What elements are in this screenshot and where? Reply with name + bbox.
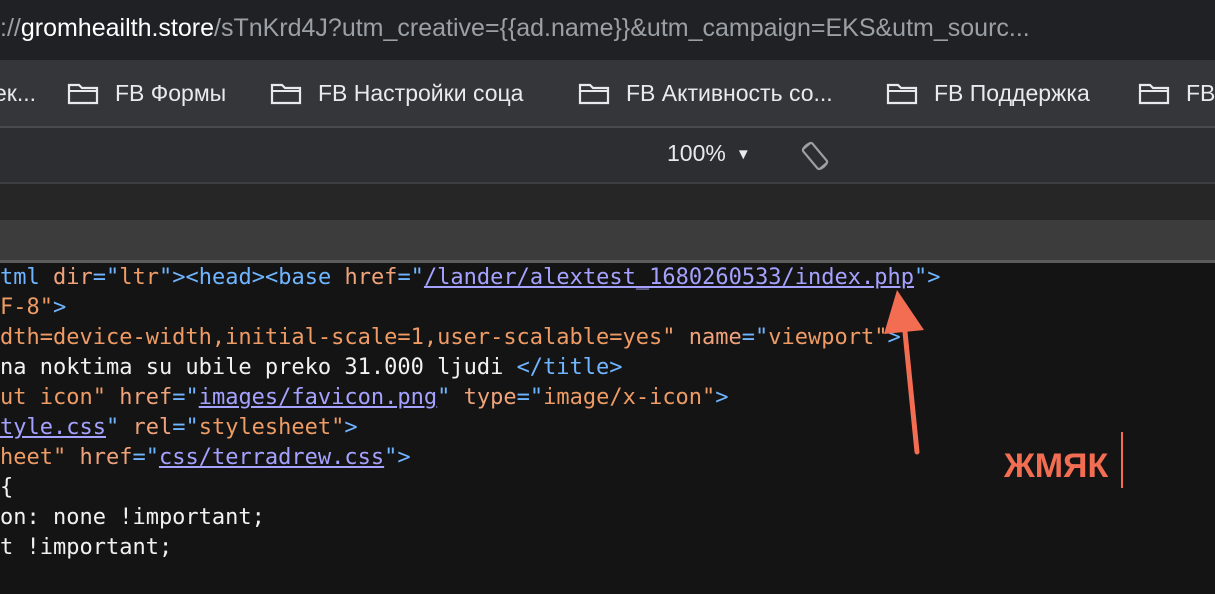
code-token: t !important; — [0, 535, 173, 560]
code-token: ">< — [158, 265, 199, 290]
code-token: viewport" — [768, 325, 888, 350]
bookmark-item[interactable]: ек... — [0, 76, 36, 110]
code-token: > — [887, 325, 901, 350]
code-token: =" — [172, 415, 199, 440]
code-token: href — [105, 385, 173, 410]
code-token: base — [278, 265, 332, 290]
url-host: gromheailth.store — [20, 14, 214, 42]
chevron-down-icon: ▼ — [735, 146, 751, 163]
bookmark-folder-fb[interactable]: FB — [1138, 76, 1215, 110]
annotation-text: ЖМЯК — [1004, 447, 1109, 485]
bookmark-folder-fb-settings[interactable]: FB Настройки соца — [270, 76, 523, 110]
zoom-dropdown[interactable]: 100% ▼ — [667, 140, 751, 167]
code-token: rel — [119, 415, 173, 440]
code-line: ut icon" href="images/favicon.png" type=… — [0, 383, 729, 413]
code-token: href — [66, 445, 133, 470]
bookmark-label: ек... — [0, 79, 37, 106]
bookmark-label: FB Поддержка — [934, 79, 1090, 106]
bookmark-label: FB — [1186, 79, 1215, 106]
folder-icon — [270, 83, 302, 105]
bookmark-folder-fb-support[interactable]: FB Поддержка — [886, 76, 1090, 110]
address-url[interactable]: ://gromheailth.store/sTnKrd4J?utm_creati… — [0, 10, 1030, 46]
code-token: " — [105, 415, 120, 440]
folder-icon — [1138, 83, 1170, 105]
bookmark-folder-fb-forms[interactable]: FB Формы — [67, 76, 226, 110]
zoom-value: 100% — [667, 140, 726, 166]
devtools-toolbar: 100% ▼ — [0, 128, 1215, 184]
source-link[interactable]: images/favicon.png — [199, 385, 437, 410]
code-token: tml — [0, 265, 40, 290]
bookmark-label: FB Настройки соца — [318, 79, 524, 106]
folder-icon — [886, 83, 918, 105]
folder-icon — [578, 83, 610, 105]
rotate-icon[interactable] — [798, 139, 832, 173]
code-line: heet" href="css/terradrew.css"> — [0, 443, 411, 473]
url-scheme: :// — [0, 14, 21, 42]
code-token: heet" — [0, 445, 67, 470]
code-token: "> — [384, 445, 411, 470]
code-token: ut icon" — [0, 385, 106, 410]
code-line: F-8"> — [0, 293, 66, 323]
code-token: =" — [92, 265, 120, 290]
code-token: image/x-icon" — [543, 385, 716, 410]
bookmarks-bar: ек... FB Формы FB Настройки соца FB Акти… — [0, 60, 1215, 128]
code-token: stylesheet" — [198, 415, 345, 440]
source-link[interactable]: tyle.css — [0, 415, 106, 440]
code-token: > — [344, 415, 358, 440]
source-link[interactable]: /lander/alextest_1680260533/index.php — [424, 265, 914, 290]
code-token: on: none !important; — [0, 505, 265, 530]
code-line: na noktima su ubile preko 31.000 ljudi <… — [0, 353, 623, 383]
code-token: > — [52, 295, 67, 320]
code-token: ltr — [119, 265, 159, 290]
code-token: >< — [251, 265, 279, 290]
code-token: dth=device-width,initial-scale=1,user-sc… — [0, 325, 676, 350]
bookmark-label: FB Активность со... — [626, 79, 833, 106]
bookmark-label: FB Формы — [115, 79, 227, 106]
code-token: =" — [741, 325, 769, 350]
code-token: na noktima su ubile preko 31.000 ljudi — [0, 355, 517, 380]
code-token: =" — [172, 385, 199, 410]
code-token: { — [0, 475, 14, 500]
code-token: =" — [132, 445, 159, 470]
code-line: t !important; — [0, 533, 172, 563]
code-token: type — [450, 385, 517, 410]
code-line: tyle.css" rel="stylesheet"> — [0, 413, 358, 443]
folder-icon — [67, 83, 99, 105]
url-path: /sTnKrd4J?utm_creative={{ad.name}}&utm_c… — [214, 14, 1030, 42]
source-link[interactable]: css/terradrew.css — [159, 445, 384, 470]
code-line: tml dir="ltr"><head><base href="/lander/… — [0, 263, 941, 293]
code-token: > — [715, 385, 729, 410]
devtools-strip — [0, 184, 1215, 220]
code-token: name — [675, 325, 742, 350]
code-line: { — [0, 473, 13, 503]
address-bar[interactable]: ://gromheailth.store/sTnKrd4J?utm_creati… — [0, 0, 1215, 60]
devtools-panel-header — [0, 220, 1215, 263]
code-token: =" — [397, 265, 424, 290]
source-view: tml dir="ltr"><head><base href="/lander/… — [0, 263, 1215, 594]
code-token: F-8" — [0, 295, 53, 320]
code-token: href — [331, 265, 398, 290]
code-token: =" — [516, 385, 544, 410]
text-cursor — [1121, 432, 1123, 488]
code-token: " — [437, 385, 451, 410]
bookmark-folder-fb-activity[interactable]: FB Активность со... — [578, 76, 833, 110]
code-token: head — [198, 265, 252, 290]
code-line: dth=device-width,initial-scale=1,user-sc… — [0, 323, 901, 353]
code-token: "> — [914, 265, 941, 290]
code-line: on: none !important; — [0, 503, 265, 533]
code-token: dir — [39, 265, 93, 290]
code-token: </title> — [516, 355, 623, 380]
